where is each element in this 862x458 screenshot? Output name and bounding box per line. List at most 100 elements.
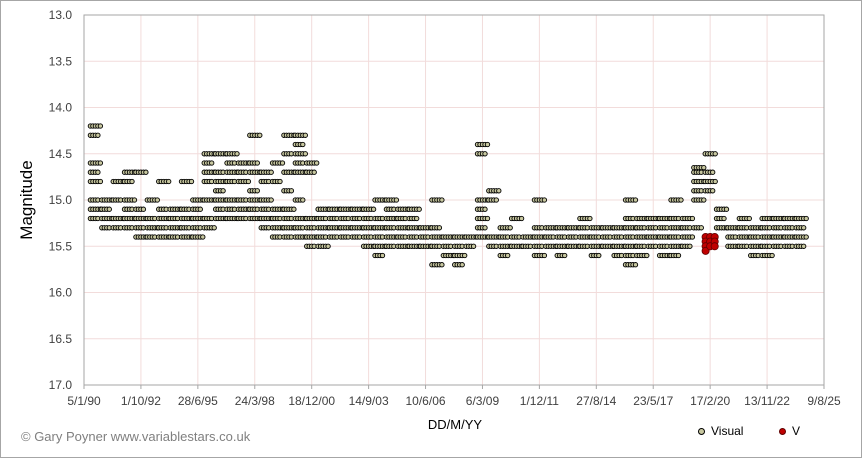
visual-data-point xyxy=(678,197,684,203)
visual-data-point xyxy=(701,164,707,171)
visual-data-point xyxy=(470,243,477,249)
visual-data-point xyxy=(562,252,568,259)
x-tick-label: 5/1/90 xyxy=(67,394,101,408)
data-points xyxy=(87,123,809,268)
visual-data-point xyxy=(254,160,260,166)
legend-item-visual: Visual xyxy=(698,424,743,438)
visual-data-point xyxy=(723,206,730,212)
x-tick-label: 27/8/14 xyxy=(576,394,616,408)
visual-data-point xyxy=(140,206,147,212)
visual-data-point xyxy=(484,215,491,222)
visual-data-point xyxy=(234,151,240,157)
visual-data-point xyxy=(143,169,149,175)
visual-data-point xyxy=(302,151,308,157)
visual-data-point xyxy=(370,206,377,212)
x-tick-label: 23/5/17 xyxy=(633,394,673,408)
visual-data-point xyxy=(644,252,650,259)
light-curve-chart: 13.0 13.5 14.0 14.5 15.0 15.5 16.0 16.5 17.0 5/1… xyxy=(17,8,841,432)
visual-data-point xyxy=(632,262,639,268)
x-tick-label: 14/9/03 xyxy=(349,394,389,408)
x-tick-label: 24/3/98 xyxy=(235,394,275,408)
visual-data-point xyxy=(518,215,525,222)
x-tick-label: 13/11/22 xyxy=(744,394,790,408)
y-tick-label: 14.5 xyxy=(49,147,73,161)
legend-marker-visual xyxy=(698,427,705,435)
visual-data-point xyxy=(393,197,400,203)
visual-data-point xyxy=(209,160,215,166)
visual-data-point xyxy=(311,169,317,175)
visual-data-point xyxy=(131,197,138,203)
visual-data-point xyxy=(302,132,308,138)
visual-data-point xyxy=(689,215,696,222)
x-tick-label: 9/8/25 xyxy=(807,394,841,408)
visual-data-point xyxy=(746,215,752,222)
y-tick-label: 14.0 xyxy=(49,101,73,115)
x-tick-label: 1/10/92 xyxy=(121,394,161,408)
visual-data-point xyxy=(689,234,696,240)
visual-data-point xyxy=(801,243,807,249)
visual-data-point xyxy=(505,252,511,259)
visual-data-point xyxy=(166,178,172,185)
visual-data-point xyxy=(496,188,502,194)
x-tick-label: 1/12/11 xyxy=(520,394,559,408)
x-tick-label: 28/6/95 xyxy=(178,394,218,408)
visual-data-point xyxy=(596,252,602,259)
visual-data-point xyxy=(97,178,104,185)
x-axis-title: DD/M/YY xyxy=(428,417,483,432)
x-tick-label: 17/2/20 xyxy=(690,394,730,408)
visual-data-point xyxy=(188,178,195,185)
visual-data-point xyxy=(268,197,274,203)
visual-data-point xyxy=(154,197,160,203)
visual-data-point xyxy=(197,206,203,212)
visual-data-point xyxy=(129,178,135,185)
visual-data-point xyxy=(300,197,306,203)
visual-data-point xyxy=(482,206,488,212)
y-axis-ticks: 13.0 13.5 14.0 14.5 15.0 15.5 16.0 16.5 17.0 xyxy=(49,8,73,392)
visual-data-point xyxy=(288,188,295,194)
visual-data-point xyxy=(254,188,260,194)
y-tick-label: 13.0 xyxy=(49,8,73,22)
visual-data-point xyxy=(462,252,468,259)
visual-data-point xyxy=(803,234,809,240)
visual-data-point xyxy=(507,225,513,231)
visual-data-point xyxy=(277,178,283,185)
visual-data-point xyxy=(314,160,320,166)
y-tick-label: 15.5 xyxy=(49,239,73,253)
visual-data-point xyxy=(687,243,693,249)
visual-data-point xyxy=(710,169,716,175)
visual-data-point xyxy=(414,215,420,222)
visual-data-point xyxy=(95,132,101,138)
visual-data-point xyxy=(493,197,499,203)
y-tick-label: 15.0 xyxy=(49,193,73,207)
x-axis-ticks: 5/1/90 1/10/92 28/6/95 24/3/98 18/12/00 14/9/… xyxy=(67,385,841,408)
visual-data-point xyxy=(769,252,775,259)
visual-data-point xyxy=(106,206,112,212)
legend-item-v: V xyxy=(779,424,800,438)
copyright-text: © Gary Poyner www.variablestars.co.uk xyxy=(21,429,251,444)
y-axis-title: Magnitude xyxy=(17,160,36,239)
visual-data-point xyxy=(279,160,286,166)
visual-data-point xyxy=(482,151,488,157)
y-tick-label: 13.5 xyxy=(49,54,73,68)
v-data-point xyxy=(710,242,719,251)
visual-data-point xyxy=(482,225,488,231)
visual-data-point xyxy=(803,215,809,222)
visual-data-point xyxy=(439,197,445,203)
legend-label-v: V xyxy=(792,424,801,438)
visual-data-point xyxy=(541,252,548,259)
visual-data-point xyxy=(587,215,593,222)
visual-data-point xyxy=(325,243,331,249)
visual-data-point xyxy=(459,262,465,268)
x-tick-label: 6/3/09 xyxy=(466,394,500,408)
visual-data-point xyxy=(712,178,718,185)
visual-data-point xyxy=(220,188,226,194)
visual-data-point xyxy=(675,252,682,259)
visual-data-point xyxy=(268,169,274,175)
visual-data-point xyxy=(257,132,263,138)
visual-data-point xyxy=(710,188,716,194)
x-tick-label: 18/12/00 xyxy=(288,394,335,408)
legend-marker-v xyxy=(779,427,786,435)
visual-data-point xyxy=(245,178,252,185)
y-tick-label: 17.0 xyxy=(49,378,73,392)
visual-data-point xyxy=(721,215,727,222)
